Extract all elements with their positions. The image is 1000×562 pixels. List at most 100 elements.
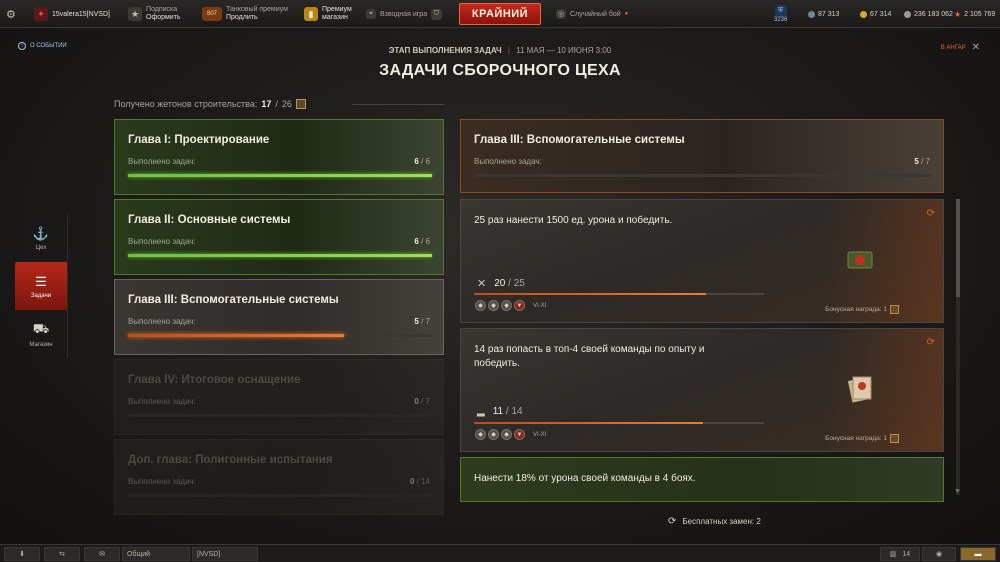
friends-button[interactable]: ⇆ <box>44 547 80 561</box>
notifications-button[interactable]: ▬ <box>960 547 996 561</box>
scroll-down-icon[interactable]: ▼ <box>954 488 961 495</box>
sidebar-item-tasks[interactable]: ☰ Задачи <box>15 262 68 310</box>
chapter-progress-count: 0 / 7 <box>414 397 430 406</box>
mode-alert-dot: ● <box>624 11 629 17</box>
stage-label: ЭТАП ВЫПОЛНЕНИЯ ЗАДАЧ <box>388 46 502 55</box>
premium-days-badge: 807 <box>202 7 222 21</box>
download-icon: ⬇ <box>19 551 25 558</box>
gold-counter[interactable]: 67 314 <box>860 0 891 28</box>
task-description: 14 раз попасть в топ-4 своей команды по … <box>474 344 705 369</box>
tokens-separator: / <box>275 99 278 109</box>
subscription-action: Оформить <box>146 14 181 21</box>
xp-counter[interactable]: ★ 2 105 769 <box>954 0 995 28</box>
free-xp-counter[interactable]: 87 313 <box>808 0 839 28</box>
tasks-icon: ☰ <box>35 273 47 289</box>
subscription-button[interactable]: ★ Подписка Оформить <box>128 0 181 28</box>
squad-button[interactable]: ⌖ Взводная игра ⛉ <box>366 0 443 28</box>
top-bar: ⚙ ✦ 15valera15[NVSD] ★ Подписка Оформить … <box>0 0 1000 28</box>
chat-tab-general[interactable]: Общий <box>122 547 190 561</box>
scrollbar[interactable] <box>956 199 960 495</box>
detail-total: 7 <box>925 157 930 166</box>
page-title: ЗАДАЧИ СБОРОЧНОГО ЦЕХА <box>379 62 621 79</box>
detail-progress-label: Выполнено задач: <box>474 157 542 166</box>
chapter-card-extra[interactable]: Доп. глава: Полигонные испытания Выполне… <box>114 439 444 515</box>
tokens-total: 26 <box>281 99 292 109</box>
handshake-icon: ⇆ <box>59 551 65 558</box>
subscription-label: Подписка <box>146 6 178 13</box>
chapter-card-2[interactable]: Глава II: Основные системы Выполнено зад… <box>114 199 444 275</box>
task-progress: ▂ 11 / 14 <box>477 406 523 417</box>
detail-progress-bar <box>474 174 932 177</box>
stage-info: ЭТАП ВЫПОЛНЕНИЯ ЗАДАЧ | 11 МАЯ — 10 ИЮНЯ… <box>0 46 1000 55</box>
chapter-done: 0 <box>409 477 415 486</box>
replace-task-icon[interactable]: ⟳ <box>927 208 935 219</box>
task-of: / 14 <box>505 406 523 417</box>
chapter-progress-label: Выполнено задач: <box>128 477 196 486</box>
tokens-counter: Получено жетонов строительства: 17 / 26 <box>114 99 306 109</box>
battle-mode-selector[interactable]: ◎ Случайный бой ● <box>556 0 628 28</box>
eye-icon: ◉ <box>935 551 943 558</box>
medium-tank-icon: ◆ <box>488 300 499 311</box>
task-progress-fill <box>474 293 706 295</box>
sidebar-item-workshop[interactable]: ⚓ Цех <box>15 214 68 262</box>
chapter-progress-label: Выполнено задач: <box>128 237 196 246</box>
star-badge-icon: ★ <box>128 7 142 21</box>
chapter-name: Глава IV: Итоговое оснащение <box>128 374 301 386</box>
refresh-icon: ⟳ <box>668 516 677 527</box>
sidebar-item-label: Магазин <box>29 341 53 348</box>
premium-button[interactable]: 807 Танковый премиум Продлить <box>202 0 288 28</box>
online-count: 14 <box>902 550 911 558</box>
chapter-total: 7 <box>425 317 430 326</box>
task-total: 25 <box>513 278 525 289</box>
credits-counter[interactable]: 236 183 062 <box>904 0 953 28</box>
stats-icon: ▥ <box>889 551 897 558</box>
chapter-card-3[interactable]: Глава III: Вспомогательные системы Выпол… <box>114 279 444 355</box>
visibility-button[interactable]: ◉ <box>922 547 956 561</box>
bonus-reward-label: Бонусная награда: 1 <box>825 435 887 442</box>
premium-shop-sub: магазин <box>322 14 348 21</box>
chapter-progress-bar <box>128 334 432 337</box>
chapter-done: 5 <box>414 317 419 326</box>
task-progress-bar <box>474 293 764 295</box>
task-card-1[interactable]: 25 раз нанести 1500 ед. урона и победить… <box>460 199 944 323</box>
token-icon <box>890 305 899 314</box>
task-progress-value: 20 / 25 <box>494 278 525 289</box>
stage-separator: | <box>507 46 510 55</box>
chapter-progress-label: Выполнено задач: <box>128 397 196 406</box>
heavy-tank-icon: ◆ <box>475 300 486 311</box>
task-card-3[interactable]: Нанести 18% от урона своей команды в 4 б… <box>460 457 944 502</box>
credits-value: 236 183 062 <box>914 10 953 18</box>
chapter-progress-count: 6 / 6 <box>414 237 430 246</box>
chapter-progress-bar <box>128 254 432 257</box>
bonus-reward: Бонусная награда: 1 <box>825 305 899 314</box>
player-profile[interactable]: ✦ 15valera15[NVSD] <box>34 0 110 28</box>
task-progress-value: 11 / 14 <box>493 406 523 417</box>
settings-button[interactable]: ⚙ <box>6 0 16 28</box>
medium-tank-icon: ◆ <box>488 429 499 440</box>
gear-icon: ⚙ <box>6 8 16 21</box>
cart-icon: ⛟ <box>32 320 50 336</box>
chat-button[interactable]: ✉ <box>84 547 120 561</box>
task-current: 11 <box>492 406 504 417</box>
online-counter[interactable]: ▥ 14 <box>880 547 920 561</box>
chapter-progress-fill <box>128 254 432 257</box>
squad-label: Взводная игра <box>380 10 428 18</box>
download-button[interactable]: ⬇ <box>4 547 40 561</box>
replace-task-icon[interactable]: ⟳ <box>927 337 935 348</box>
chapter-name: Глава II: Основные системы <box>128 214 291 226</box>
sidebar-item-shop[interactable]: ⛟ Магазин <box>15 310 68 358</box>
gold-value: 67 314 <box>870 10 892 18</box>
battle-button[interactable]: КРАЙНИЙ <box>459 3 541 25</box>
chat-tab-clan[interactable]: [NVSD] <box>192 547 258 561</box>
scrollbar-thumb[interactable] <box>956 199 960 297</box>
premium-shop-button[interactable]: ▮ Премиум магазин <box>304 0 352 28</box>
chapter-card-1[interactable]: Глава I: Проектирование Выполнено задач:… <box>114 119 444 195</box>
chapter-progress-count: 6 / 6 <box>414 157 430 166</box>
task-description: 25 раз нанести 1500 ед. урона и победить… <box>474 215 673 226</box>
chapter-progress-label: Выполнено задач: <box>128 157 196 166</box>
free-xp-icon <box>808 10 815 18</box>
chapter-card-4[interactable]: Глава IV: Итоговое оснащение Выполнено з… <box>114 359 444 435</box>
task-card-2[interactable]: 14 раз попасть в топ-4 своей команды по … <box>460 328 944 452</box>
clan-button[interactable]: ⛨ 3236 <box>774 0 787 28</box>
chapter-name: Глава III: Вспомогательные системы <box>128 294 339 306</box>
